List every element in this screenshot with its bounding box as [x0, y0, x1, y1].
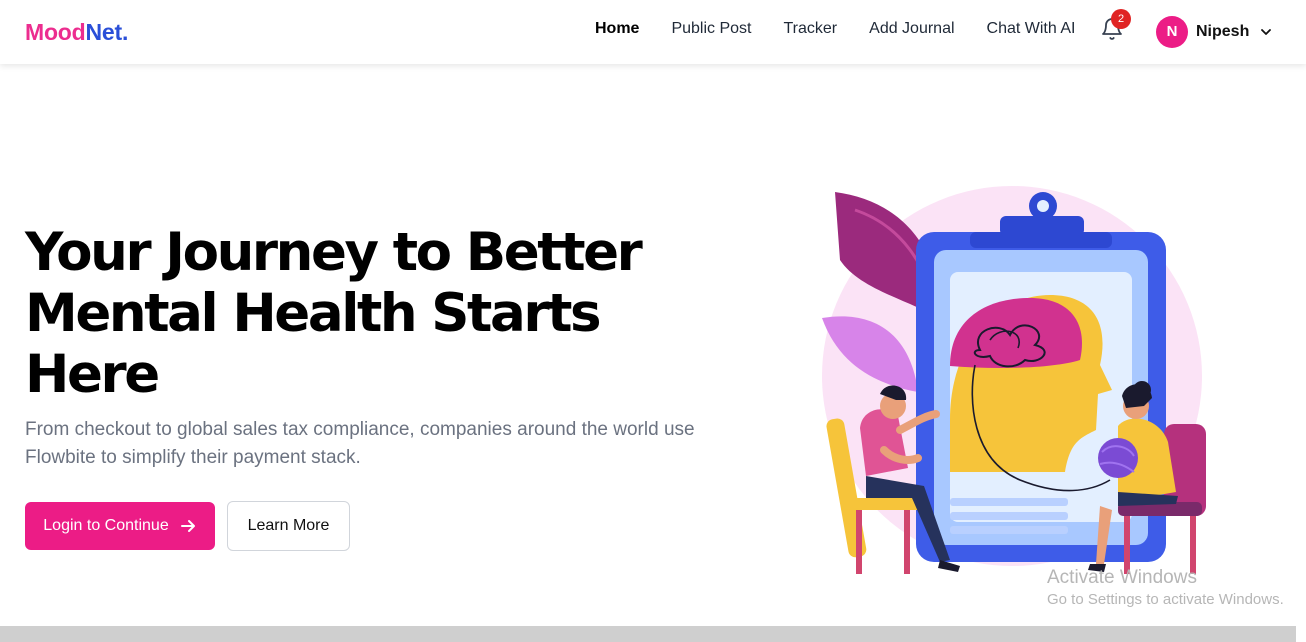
hero-title-line: Your Journey to Better: [25, 222, 643, 283]
nav-link-add-journal[interactable]: Add Journal: [869, 20, 954, 38]
login-button[interactable]: Login to Continue: [25, 502, 215, 550]
windows-activation-watermark: Activate Windows Go to Settings to activ…: [1047, 567, 1284, 608]
brand-logo-part1: Mood: [25, 19, 86, 45]
learn-more-button[interactable]: Learn More: [227, 501, 350, 551]
nav-link-home[interactable]: Home: [595, 20, 639, 38]
hero-title-line: Here: [25, 344, 160, 405]
hero-subtitle: From checkout to global sales tax compli…: [25, 419, 695, 468]
navbar: MoodNet. Home Public Post Tracker Add Jo…: [0, 0, 1306, 64]
arrow-right-icon: [180, 520, 195, 532]
avatar: N: [1156, 16, 1188, 48]
watermark-title: Activate Windows: [1047, 567, 1197, 588]
chevron-down-icon: [1261, 29, 1272, 35]
user-menu[interactable]: N Nipesh: [1156, 16, 1273, 48]
hero-title: Your Journey to Better Mental Health Sta…: [25, 222, 725, 405]
user-name: Nipesh: [1196, 23, 1250, 40]
notification-badge: 2: [1111, 9, 1131, 29]
mental-health-illustration: [822, 186, 1206, 574]
horizontal-scrollbar[interactable]: [0, 626, 1296, 642]
brand-logo-part2: Net.: [85, 19, 129, 45]
watermark-subtitle: Go to Settings to activate Windows.: [1047, 591, 1284, 608]
nav-link-public-post[interactable]: Public Post: [671, 20, 751, 38]
login-button-label: Login to Continue: [43, 517, 169, 534]
main-nav: Home Public Post Tracker Add Journal Cha…: [595, 20, 1107, 38]
nav-link-tracker[interactable]: Tracker: [784, 20, 838, 38]
brand-logo[interactable]: MoodNet.: [25, 19, 128, 46]
hero-title-line: Mental Health Starts: [25, 283, 602, 344]
nav-link-chat-with-ai[interactable]: Chat With AI: [987, 20, 1076, 38]
